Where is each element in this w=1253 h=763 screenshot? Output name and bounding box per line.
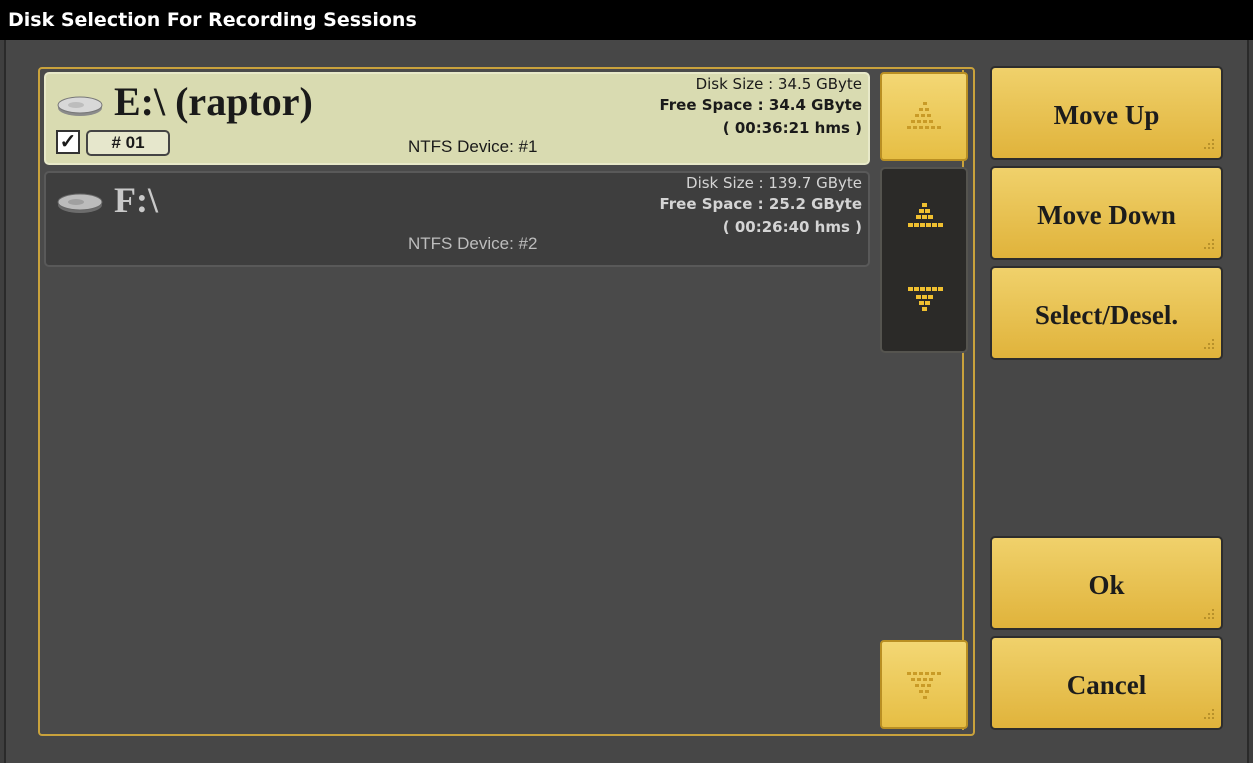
order-number-badge: # 01 bbox=[86, 130, 170, 156]
move-down-button[interactable]: Move Down bbox=[990, 166, 1223, 260]
recording-duration: ( 00:26:40 hms ) bbox=[722, 218, 862, 236]
hard-drive-icon bbox=[57, 96, 103, 116]
disk-list bbox=[38, 67, 975, 736]
arrow-up-dotted-icon bbox=[908, 203, 943, 227]
drive-name: F:\ bbox=[114, 180, 158, 220]
grip-icon bbox=[1204, 709, 1214, 719]
disk-size: Disk Size : 139.7 GByte bbox=[686, 174, 862, 192]
grip-icon bbox=[1204, 609, 1214, 619]
device-label: NTFS Device: #1 bbox=[408, 137, 538, 156]
disk-info: Disk Size : 34.5 GByte Free Space : 34.4… bbox=[659, 74, 862, 140]
select-deselect-label: Select/Desel. bbox=[1034, 300, 1179, 330]
disk-row-f[interactable]: F:\ NTFS Device: #2 Disk Size : 139.7 GB… bbox=[44, 171, 870, 267]
grip-icon bbox=[1204, 239, 1214, 249]
hard-drive-icon bbox=[57, 193, 103, 213]
drive-name: E:\ (raptor) bbox=[114, 79, 313, 124]
disk-row-e[interactable]: E:\ (raptor) ✓ # 01 NTFS Device: #1 Disk… bbox=[44, 72, 870, 165]
cancel-label: Cancel bbox=[1066, 670, 1147, 700]
scrollbar-thumb[interactable] bbox=[880, 167, 968, 353]
grip-icon bbox=[1204, 339, 1214, 349]
select-deselect-button[interactable]: Select/Desel. bbox=[990, 266, 1223, 360]
select-checkbox[interactable]: ✓ bbox=[56, 130, 80, 154]
arrow-down-dotted-icon bbox=[907, 672, 941, 699]
arrow-down-dotted-icon bbox=[908, 287, 943, 311]
free-space: Free Space : 34.4 GByte bbox=[659, 96, 862, 114]
cancel-button[interactable]: Cancel bbox=[990, 636, 1223, 730]
device-label: NTFS Device: #2 bbox=[408, 234, 538, 253]
arrow-up-dotted-icon bbox=[907, 102, 941, 129]
disk-info: Disk Size : 139.7 GByte Free Space : 25.… bbox=[659, 173, 862, 239]
scroll-to-bottom-button[interactable] bbox=[880, 640, 968, 729]
grip-icon bbox=[1204, 139, 1214, 149]
move-down-label: Move Down bbox=[1037, 200, 1176, 230]
ok-button[interactable]: Ok bbox=[990, 536, 1223, 630]
recording-duration: ( 00:36:21 hms ) bbox=[722, 119, 862, 137]
free-space: Free Space : 25.2 GByte bbox=[659, 195, 862, 213]
move-up-label: Move Up bbox=[1053, 100, 1160, 130]
disk-size: Disk Size : 34.5 GByte bbox=[695, 75, 862, 93]
window-title: Disk Selection For Recording Sessions bbox=[0, 0, 1253, 40]
move-up-button[interactable]: Move Up bbox=[990, 66, 1223, 160]
ok-label: Ok bbox=[1088, 570, 1125, 600]
scroll-to-top-button[interactable] bbox=[880, 72, 968, 161]
